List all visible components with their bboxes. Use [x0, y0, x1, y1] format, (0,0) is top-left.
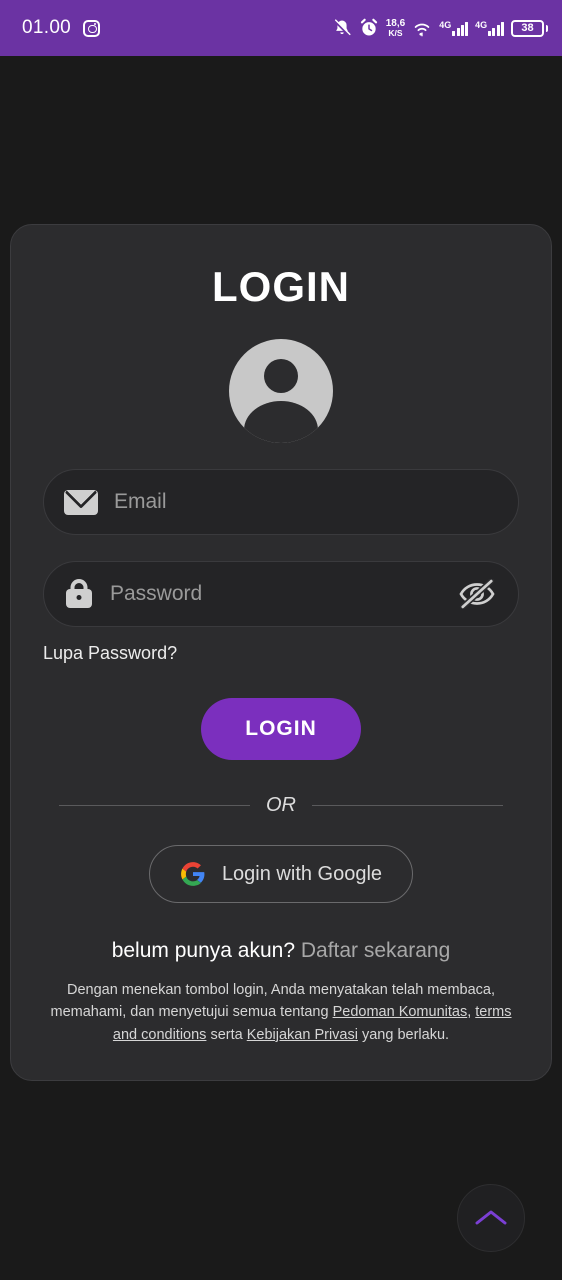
divider-label: OR	[266, 794, 296, 816]
google-g-icon	[181, 862, 205, 886]
network-2-label: 4G	[475, 20, 488, 30]
google-button-label: Login with Google	[221, 862, 383, 885]
email-field[interactable]: Email	[43, 469, 519, 535]
signup-question: belum punya akun?	[111, 939, 296, 962]
password-field[interactable]: Password	[43, 561, 519, 627]
status-bar-clock: 01.00	[22, 17, 72, 38]
legal-text-part4: yang berlaku.	[357, 1026, 450, 1043]
password-input-placeholder[interactable]: Password	[110, 582, 442, 606]
signal-bars-1	[452, 21, 469, 36]
user-avatar-icon	[229, 339, 333, 443]
avatar-container	[43, 339, 519, 443]
alarm-clock-icon	[360, 18, 377, 36]
login-card: LOGIN Email Password Lupa Password? LOGI…	[10, 224, 552, 1082]
battery-indicator: 38	[511, 19, 548, 37]
status-bar-left: 01.00	[22, 17, 101, 39]
data-speed-unit: K/S	[388, 27, 403, 38]
network-1-label: 4G	[439, 20, 452, 30]
privacy-policy-link[interactable]: Kebijakan Privasi	[247, 1027, 358, 1043]
login-button[interactable]: LOGIN	[201, 698, 361, 760]
page-body: LOGIN Email Password Lupa Password? LOGI…	[0, 56, 562, 1280]
battery-level-label: 38	[511, 19, 544, 37]
bell-muted-icon	[333, 19, 351, 37]
instagram-icon	[83, 19, 101, 37]
login-button-container: LOGIN	[43, 698, 519, 760]
status-bar: 01.00 18,6 K/S 4G 4G 38	[0, 0, 562, 56]
or-divider: OR	[43, 794, 519, 817]
google-button-container: Login with Google	[43, 845, 519, 903]
network-indicator-2: 4G	[475, 20, 504, 36]
page-title: LOGIN	[212, 263, 350, 310]
divider-line-left	[59, 805, 250, 806]
login-with-google-button[interactable]: Login with Google	[148, 845, 414, 903]
envelope-icon	[64, 489, 98, 515]
network-indicator-1: 4G	[439, 20, 469, 36]
battery-cap	[545, 24, 548, 32]
wifi-icon	[414, 23, 430, 37]
signup-link[interactable]: Daftar sekarang	[301, 939, 450, 962]
eye-off-icon[interactable]	[458, 579, 496, 609]
divider-line-right	[312, 805, 503, 806]
email-input-placeholder[interactable]: Email	[114, 490, 496, 514]
community-guidelines-link[interactable]: Pedoman Komunitas	[333, 1004, 468, 1020]
status-bar-right: 18,6 K/S 4G 4G 38	[332, 18, 548, 38]
data-speed-indicator: 18,6 K/S	[386, 18, 405, 38]
legal-disclaimer: Dengan menekan tombol login, Anda menyat…	[43, 979, 519, 1046]
lock-icon	[64, 579, 94, 609]
legal-text-part3: serta	[206, 1026, 247, 1043]
forgot-password-link[interactable]: Lupa Password?	[43, 643, 177, 664]
chevron-up-icon	[475, 1210, 507, 1225]
signal-bars-2	[488, 21, 504, 36]
scroll-to-top-button[interactable]	[457, 1184, 525, 1252]
signup-prompt: belum punya akun? Daftar sekarang	[43, 939, 519, 963]
